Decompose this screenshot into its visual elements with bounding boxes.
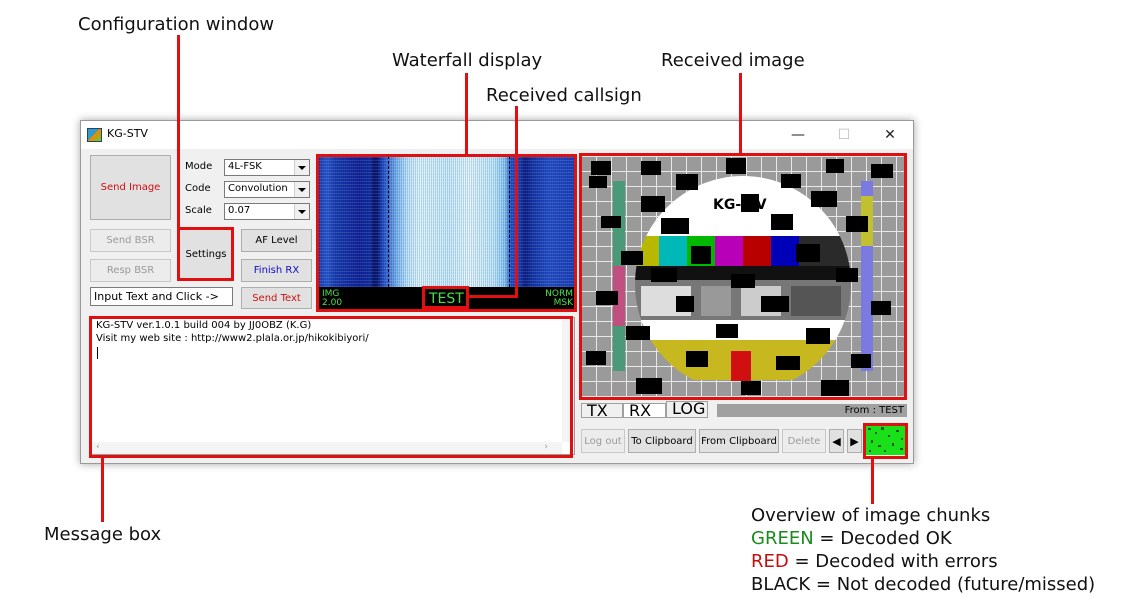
message-box[interactable]: KG-STV ver.1.0.1 build 004 by JJ0OBZ (K.… — [91, 317, 575, 455]
legend-red-word: RED — [751, 551, 789, 572]
scroll-left-icon[interactable]: ‹ — [96, 442, 100, 452]
code-select[interactable]: Convolution — [224, 181, 310, 198]
to-clipboard-button[interactable]: To Clipboard — [628, 429, 696, 453]
title-bar[interactable]: KG-STV — ☐ ✕ — [81, 121, 913, 149]
connector-callsign — [515, 106, 518, 298]
received-callsign: TEST — [429, 291, 464, 307]
annotation-received-callsign: Received callsign — [486, 85, 642, 106]
test-card-graphic — [581, 156, 906, 399]
app-icon — [87, 128, 102, 142]
mode-select[interactable]: 4L-FSK — [224, 159, 310, 176]
connector-configuration — [177, 35, 180, 229]
code-label: Code — [185, 183, 211, 194]
annotation-chunks-title: Overview of image chunks — [751, 505, 991, 526]
chevron-down-icon[interactable] — [294, 182, 309, 197]
send-bsr-button[interactable]: Send BSR — [90, 229, 171, 252]
from-status: From : TEST — [717, 404, 907, 417]
legend-green-word: GREEN — [751, 528, 814, 549]
arrow-right-icon: ▶ — [850, 434, 859, 448]
connector-chunks — [871, 457, 874, 504]
waterfall-display — [319, 156, 576, 287]
resp-bsr-button[interactable]: Resp BSR — [90, 259, 171, 282]
waterfall-img-value: 2.00 — [322, 298, 343, 308]
settings-button[interactable]: Settings — [179, 229, 233, 280]
annotation-legend-green: GREEN = Decoded OK — [751, 528, 952, 549]
annotation-received-image: Received image — [661, 50, 805, 71]
scale-value: 0.07 — [228, 205, 251, 216]
waterfall-msk: MSK — [553, 298, 573, 308]
next-image-button[interactable]: ▶ — [847, 429, 862, 453]
vertical-scrollbar[interactable] — [562, 318, 574, 442]
code-value: Convolution — [228, 183, 288, 194]
log-out-button[interactable]: Log out — [581, 429, 625, 453]
annotation-legend-black: BLACK = Not decoded (future/missed) — [751, 574, 1095, 595]
connector-callsign-horizontal — [467, 295, 518, 298]
test-card-logo: KG- V — [713, 197, 767, 213]
scale-select[interactable]: 0.07 — [224, 203, 310, 220]
waterfall-marker-left — [388, 156, 389, 287]
legend-red-desc: = Decoded with errors — [788, 551, 998, 572]
window-title: KG-STV — [107, 127, 148, 140]
image-chunks-overview — [866, 425, 906, 455]
message-line-1: KG-STV ver.1.0.1 build 004 by JJ0OBZ (K.… — [96, 320, 312, 331]
finish-rx-button[interactable]: Finish RX — [241, 259, 312, 282]
scroll-right-icon[interactable]: › — [544, 442, 548, 452]
chevron-down-icon[interactable] — [294, 204, 309, 219]
maximize-button[interactable]: ☐ — [821, 121, 867, 149]
annotation-message-box: Message box — [44, 524, 162, 545]
tab-log[interactable]: LOG — [666, 401, 708, 418]
annotation-waterfall-display: Waterfall display — [392, 50, 543, 71]
text-caret — [97, 347, 98, 359]
minimize-button[interactable]: — — [775, 121, 821, 149]
received-image: KG- V — [581, 156, 906, 399]
waterfall-status-bar: IMG 2.00 TEST NORM MSK — [319, 287, 576, 311]
chevron-down-icon[interactable] — [294, 160, 309, 175]
mode-label: Mode — [185, 161, 213, 172]
mode-value: 4L-FSK — [228, 161, 262, 172]
scale-label: Scale — [185, 205, 212, 216]
connector-message-box — [101, 456, 104, 522]
legend-black-word: BLACK — [751, 574, 811, 595]
legend-green-desc: = Decoded OK — [813, 528, 952, 549]
legend-black-desc: = Not decoded (future/missed) — [810, 574, 1096, 595]
connector-received-image — [739, 73, 742, 155]
message-line-2: Visit my web site : http://www2.plala.or… — [96, 333, 369, 344]
delete-button[interactable]: Delete — [782, 429, 826, 453]
text-input-field[interactable]: Input Text and Click -> — [90, 287, 233, 306]
connector-waterfall — [465, 73, 468, 156]
tab-tx[interactable]: TX — [581, 403, 623, 419]
send-image-button[interactable]: Send Image — [90, 155, 171, 220]
close-button[interactable]: ✕ — [867, 121, 913, 149]
tab-rx[interactable]: RX — [623, 403, 666, 419]
from-clipboard-button[interactable]: From Clipboard — [699, 429, 779, 453]
chunks-map — [868, 427, 903, 452]
previous-image-button[interactable]: ◀ — [829, 429, 844, 453]
send-text-button[interactable]: Send Text — [241, 287, 312, 309]
waterfall-noise — [319, 156, 576, 287]
annotation-configuration-window: Configuration window — [78, 14, 275, 35]
horizontal-scrollbar[interactable]: ‹ › — [92, 442, 562, 454]
waterfall-marker-right — [509, 156, 510, 287]
arrow-left-icon: ◀ — [832, 434, 841, 448]
af-level-button[interactable]: AF Level — [241, 229, 312, 252]
annotation-legend-red: RED = Decoded with errors — [751, 551, 998, 572]
kg-stv-window: KG-STV — ☐ ✕ Send Image Send BSR Resp BS… — [80, 120, 914, 464]
